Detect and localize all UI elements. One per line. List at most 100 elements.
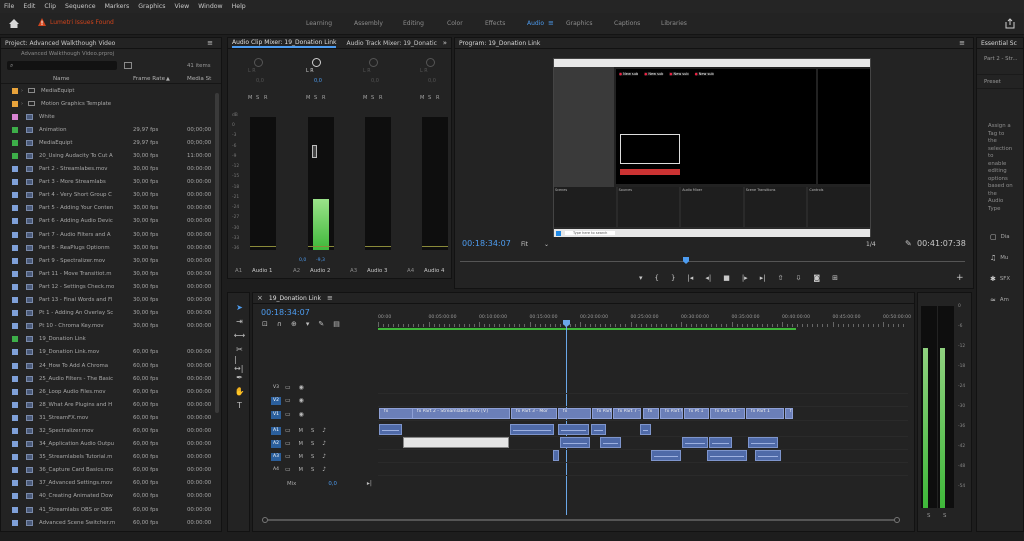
lock-icon[interactable] bbox=[251, 427, 259, 435]
sync-lock-icon[interactable]: ▭ bbox=[285, 440, 291, 447]
menu-clip[interactable]: Clip bbox=[44, 3, 56, 10]
list-item[interactable]: Part 6 - Adding Audio Devic 30,00 fps 00:0… bbox=[1, 215, 221, 228]
solo-right[interactable]: S bbox=[943, 513, 946, 519]
eye-icon[interactable]: ◉ bbox=[299, 411, 304, 418]
ripple-edit-icon[interactable]: ⟷ bbox=[234, 330, 245, 341]
fit-dropdown[interactable]: Fit ⌄ bbox=[521, 241, 549, 248]
list-item[interactable]: Part 2 - Streamlabes.mov 30,00 fps 00:00:0… bbox=[1, 163, 221, 176]
workspace-menu-icon[interactable]: ≡ bbox=[548, 19, 554, 27]
audio-type-dia[interactable]: ▢ Dia bbox=[990, 226, 1010, 247]
list-item[interactable]: 24_How To Add A Chroma 60,00 fps 00:00:00 bbox=[1, 359, 221, 372]
mute-button[interactable]: M bbox=[299, 441, 303, 447]
list-item[interactable]: Part 12 - Settings Check.mo 30,00 fps 00:0… bbox=[1, 280, 221, 293]
video-clip[interactable]: fx Part 9 bbox=[660, 408, 683, 419]
track-target-a2[interactable]: A2 bbox=[271, 439, 281, 448]
video-clip[interactable]: fx Part 3 - Mor bbox=[511, 408, 557, 419]
pan-value[interactable]: 0,0 bbox=[256, 78, 264, 84]
playhead-marker[interactable] bbox=[683, 257, 689, 264]
list-item[interactable]: Pt 1 - Adding An Overlay Sc 30,00 fps 00:0… bbox=[1, 307, 221, 320]
program-scrub-bar[interactable] bbox=[460, 256, 965, 266]
resolution-dropdown[interactable]: 1/4 bbox=[866, 241, 876, 248]
tab-libraries[interactable]: Libraries bbox=[661, 20, 687, 27]
list-item[interactable]: 19_Donation Link bbox=[1, 333, 221, 346]
sync-lock-icon[interactable]: ▭ bbox=[285, 411, 291, 418]
fader-handle[interactable] bbox=[312, 145, 317, 158]
col-frame-rate[interactable]: Frame Rate bbox=[133, 76, 165, 82]
tab-learning[interactable]: Learning bbox=[306, 20, 332, 27]
panel-menu-icon[interactable]: ≡ bbox=[327, 294, 333, 302]
settings-wrench-icon[interactable]: ✎ bbox=[318, 320, 324, 328]
project-tab[interactable]: Project: Advanced Walkthough Video ≡ bbox=[1, 38, 221, 49]
solo-button[interactable]: S bbox=[311, 454, 314, 460]
menu-markers[interactable]: Markers bbox=[105, 3, 130, 10]
msr-button-s[interactable]: S bbox=[256, 95, 259, 101]
audio-type-am[interactable]: ≈ Am bbox=[990, 289, 1010, 310]
menu-edit[interactable]: Edit bbox=[23, 3, 35, 10]
expand-arrow-icon[interactable]: › bbox=[21, 101, 23, 107]
audio-clip-a1[interactable] bbox=[510, 424, 554, 435]
timeline-scrollbar[interactable] bbox=[262, 517, 902, 523]
list-item[interactable]: 20_Using Audacity To Cut A 30,00 fps 11:00… bbox=[1, 149, 221, 162]
audio-type-mu[interactable]: ♫ Mu bbox=[990, 247, 1010, 268]
work-area-bar[interactable] bbox=[378, 328, 796, 330]
tab-editing[interactable]: Editing bbox=[403, 20, 424, 27]
audio-clip-a1[interactable] bbox=[558, 424, 589, 435]
track-target-v1[interactable]: V1 bbox=[271, 410, 281, 419]
timeline-tab[interactable]: × 19_Donation Link ≡ bbox=[253, 293, 914, 304]
mark-in-icon[interactable]: { bbox=[655, 274, 659, 282]
share-icon[interactable] bbox=[1004, 18, 1016, 29]
sync-lock-icon[interactable]: ▭ bbox=[285, 384, 291, 391]
video-clip[interactable]: fx Part 5 bbox=[592, 408, 612, 419]
list-item[interactable]: 31_StreamFX.mov 60,00 fps 00:00:00 bbox=[1, 411, 221, 424]
mute-button[interactable]: M bbox=[299, 428, 303, 434]
list-item[interactable]: Pt 10 - Chroma Key.mov 30,00 fps 00:00:00 bbox=[1, 320, 221, 333]
hand-tool-icon[interactable]: ✋ bbox=[234, 386, 245, 397]
audio-clip-a2[interactable] bbox=[600, 437, 621, 448]
list-item[interactable]: 36_Capture Card Basics.mo 60,00 fps 00:00:… bbox=[1, 464, 221, 477]
pan-knob[interactable] bbox=[312, 58, 321, 67]
track-target-v3[interactable]: V3 bbox=[271, 384, 281, 392]
solo-button[interactable]: S bbox=[311, 467, 314, 473]
tab-effects[interactable]: Effects bbox=[485, 20, 505, 27]
audio-clip-a1[interactable] bbox=[591, 424, 606, 435]
list-item[interactable]: › MediaEquipt bbox=[1, 84, 221, 97]
msr-button-r[interactable]: R bbox=[322, 95, 325, 101]
timeline-ruler[interactable]: 00:00 00:05:00:00 00:10:00:00 00:15:00:00 00… bbox=[378, 313, 911, 329]
scroll-handle-right[interactable] bbox=[894, 517, 900, 523]
lock-icon[interactable] bbox=[251, 397, 259, 405]
lock-icon[interactable] bbox=[251, 440, 259, 448]
mic-icon[interactable]: ♪ bbox=[322, 453, 326, 460]
audio-clip-a2[interactable] bbox=[560, 437, 590, 448]
list-item[interactable]: 35_Streamlabels Tutorial.m 60,00 fps 00:00… bbox=[1, 451, 221, 464]
sync-lock-icon[interactable]: ▭ bbox=[285, 427, 291, 434]
menu-window[interactable]: Window bbox=[198, 3, 222, 10]
list-item[interactable]: 28_What Are Plugins and H 60,00 fps 00:00:… bbox=[1, 398, 221, 411]
camera-icon[interactable]: ◙ bbox=[813, 274, 820, 282]
search-input[interactable] bbox=[7, 61, 117, 70]
list-item[interactable]: 25_Audio Filters - The Basic 60,00 fps 00:… bbox=[1, 372, 221, 385]
list-item[interactable]: 37_Advanced Settings.mov 60,00 fps 00:00:0… bbox=[1, 477, 221, 490]
pan-knob[interactable] bbox=[369, 58, 378, 67]
track-target-v2[interactable]: V2 bbox=[271, 396, 281, 405]
step-back-icon[interactable]: ◂| bbox=[705, 274, 711, 282]
list-item[interactable]: MediaEquipt 29,97 fps 00;00;00 bbox=[1, 136, 221, 149]
program-timecode[interactable]: 00:18:34:07 bbox=[462, 239, 511, 248]
timeline-timecode[interactable]: 00:18:34:07 bbox=[261, 308, 310, 317]
msr-button-r[interactable]: R bbox=[379, 95, 382, 101]
tab-audio[interactable]: Audio bbox=[527, 20, 544, 27]
audio-clip-a1[interactable] bbox=[640, 424, 651, 435]
mute-button[interactable]: M bbox=[299, 467, 303, 473]
list-item[interactable]: Part 13 - Final Words and Fl 30,00 fps 00:… bbox=[1, 294, 221, 307]
menu-view[interactable]: View bbox=[175, 3, 190, 10]
lock-icon[interactable] bbox=[251, 384, 259, 392]
list-item[interactable]: 40_Creating Animated Dow 60,00 fps 00:00:0… bbox=[1, 490, 221, 503]
list-item[interactable]: 19_Donation Link.mov 60,00 fps 00:00:00 bbox=[1, 346, 221, 359]
audio-type-sfx[interactable]: ✱ SFX bbox=[990, 268, 1010, 289]
video-clip[interactable]: fx Part 2 - Streamlabes.mov [V] bbox=[412, 408, 510, 419]
list-item[interactable]: 34_Application Audio Outpu 60,00 fps 00:00… bbox=[1, 438, 221, 451]
video-clip[interactable]: fx Pt 1 bbox=[684, 408, 709, 419]
slip-tool-icon[interactable]: |↔| bbox=[234, 355, 245, 373]
new-bin-icon[interactable] bbox=[124, 62, 132, 69]
track-target-a1[interactable]: A1 bbox=[271, 426, 281, 435]
audio-clip-a2[interactable] bbox=[748, 437, 778, 448]
